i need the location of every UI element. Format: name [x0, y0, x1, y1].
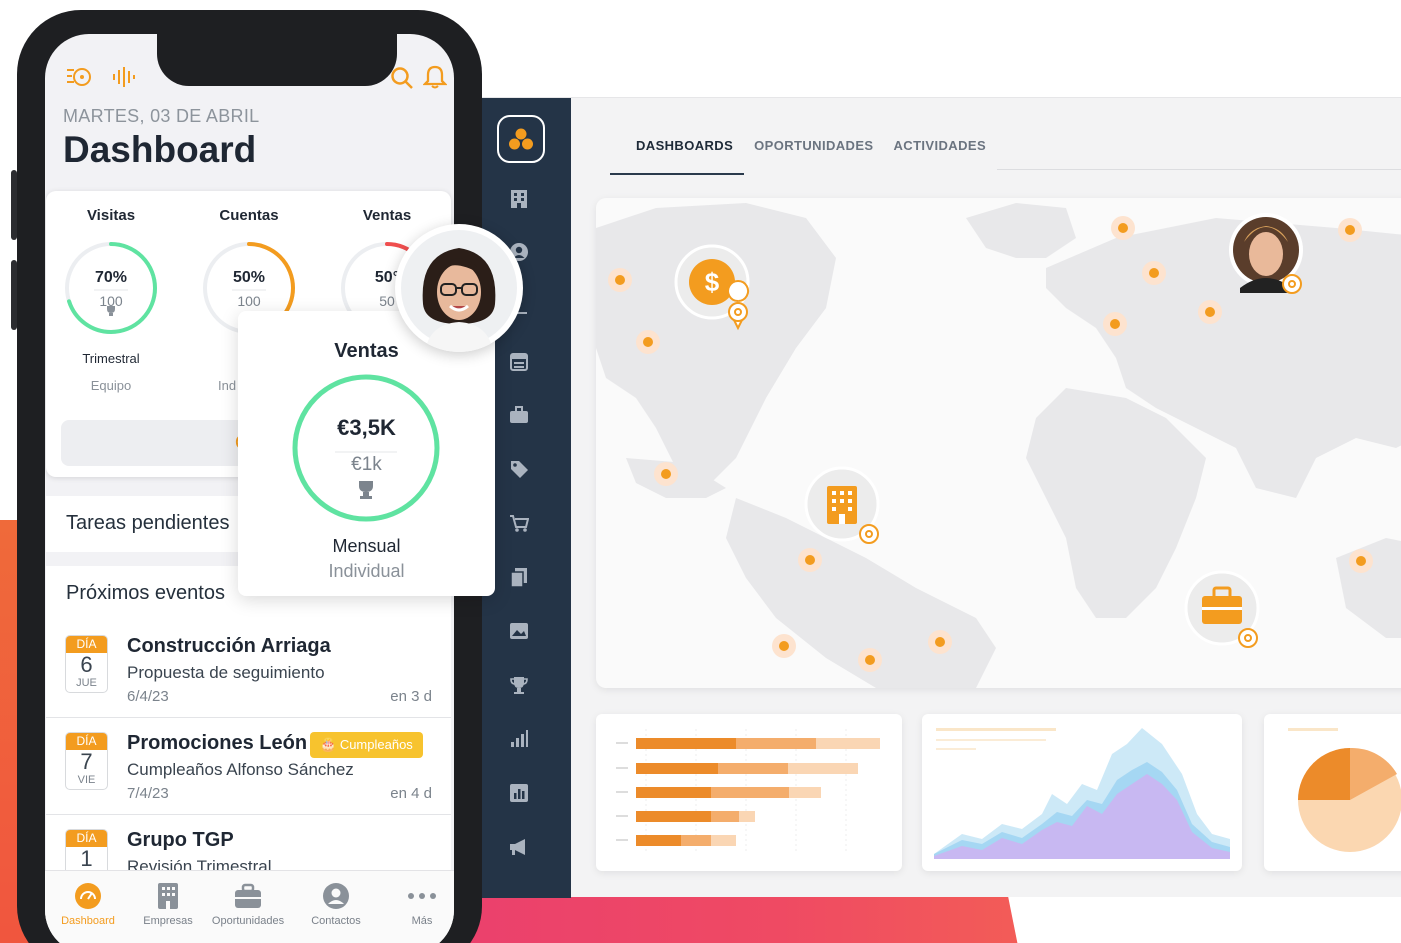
- kpi-ring: 70% 100: [62, 239, 160, 337]
- event-title: Grupo TGP: [127, 829, 234, 851]
- voice-icon[interactable]: [111, 66, 137, 93]
- kpi-period: Trimestral: [82, 351, 140, 366]
- bottom-nav: Dashboard Empresas Oportunidades Contact…: [45, 870, 454, 943]
- tag-icon[interactable]: [508, 458, 530, 480]
- tab-actividades[interactable]: ACTIVIDADES: [884, 136, 997, 175]
- nav-oportunidades[interactable]: Oportunidades: [205, 881, 291, 927]
- megaphone-icon[interactable]: [508, 836, 530, 858]
- calendar-badge: DÍA 6 JUE: [65, 635, 108, 693]
- event-relative: en 3 d: [390, 688, 432, 705]
- desktop-tabs: DASHBOARDS OPORTUNIDADES ACTIVIDADES: [610, 136, 996, 175]
- nav-label: Dashboard: [61, 915, 115, 927]
- day-label: DÍA: [66, 733, 107, 750]
- report-icon[interactable]: [508, 782, 530, 804]
- nav-empresas[interactable]: Empresas: [125, 881, 211, 927]
- popup-ring: [292, 374, 440, 522]
- cake-icon: 🎂: [320, 737, 340, 752]
- tab-divider: [997, 169, 1401, 170]
- calendar-badge: DÍA 7 VIE: [65, 732, 108, 790]
- event-desc: Propuesta de seguimiento: [127, 663, 325, 682]
- bell-icon[interactable]: [422, 64, 448, 95]
- trophy-icon[interactable]: [508, 674, 530, 696]
- bar-chart-card[interactable]: [596, 714, 902, 871]
- event-date: 6/4/23: [127, 688, 169, 705]
- speed-icon[interactable]: [65, 64, 93, 95]
- popup-scope: Individual: [328, 561, 405, 581]
- badge-label: Cumpleaños: [339, 737, 413, 752]
- event-title: Construcción Arriaga: [127, 635, 331, 657]
- world-map-card[interactable]: $: [596, 198, 1401, 688]
- kpi-target: 100: [237, 293, 261, 309]
- nav-label: Oportunidades: [211, 915, 285, 927]
- page-title: Dashboard: [63, 129, 257, 170]
- contact-icon: [293, 881, 379, 911]
- kpi-visitas[interactable]: Visitas 70% 100 Trimestral Equipo: [56, 207, 166, 393]
- phone-notch: [157, 34, 397, 86]
- day-number: 7: [80, 749, 93, 774]
- kpi-title: Ventas: [362, 207, 412, 224]
- search-icon[interactable]: [390, 66, 414, 95]
- briefcase-icon[interactable]: [508, 404, 530, 426]
- list-item[interactable]: DÍA 7 VIE Promociones León 🎂 Cumpleaños …: [46, 718, 451, 814]
- event-date: 7/4/23: [127, 785, 169, 802]
- weekday: VIE: [77, 774, 96, 786]
- mini-bar-chart: [616, 729, 880, 854]
- image-report-icon[interactable]: [508, 620, 530, 642]
- sales-kpi-popup[interactable]: Ventas €3,5K €1k Mensual Individual: [238, 311, 495, 596]
- birthday-badge: 🎂 Cumpleaños: [310, 732, 423, 758]
- tab-oportunidades[interactable]: OPORTUNIDADES: [744, 136, 883, 175]
- more-icon: [379, 881, 454, 911]
- app-logo-icon[interactable]: [497, 115, 545, 163]
- list-item[interactable]: DÍA 6 JUE Construcción Arriaga Propuesta…: [46, 621, 451, 717]
- day-label: DÍA: [66, 636, 107, 653]
- event-relative: en 4 d: [390, 785, 432, 802]
- decor-pink-shape: [420, 896, 1020, 943]
- popup-value: €3,5K: [337, 415, 396, 440]
- stage: DASHBOARDS OPORTUNIDADES ACTIVIDADES $ M…: [0, 0, 1401, 943]
- events-label: Próximos eventos: [66, 582, 225, 604]
- event-title: Promociones León: [127, 732, 308, 754]
- svg-text:$: $: [705, 267, 720, 297]
- date-label: MARTES, 03 DE ABRIL: [63, 106, 260, 126]
- avatar: [395, 224, 523, 352]
- day-label: DÍA: [66, 830, 107, 847]
- kpi-scope: Equipo: [90, 378, 132, 393]
- nav-mas[interactable]: Más: [379, 881, 454, 927]
- popup-target: €1k: [351, 454, 382, 475]
- area-chart-card[interactable]: [922, 714, 1242, 871]
- nav-contactos[interactable]: Contactos: [293, 881, 379, 927]
- event-desc: Cumpleaños Alfonso Sánchez: [127, 760, 354, 779]
- mini-pie-chart: [1288, 728, 1401, 852]
- nav-dashboard[interactable]: Dashboard: [45, 881, 131, 927]
- cart-icon[interactable]: [508, 512, 530, 534]
- pie-chart-card[interactable]: [1264, 714, 1401, 871]
- day-number: 6: [80, 652, 93, 677]
- documents-icon[interactable]: [508, 566, 530, 588]
- building-marker: [804, 466, 880, 544]
- nav-label: Más: [411, 915, 433, 927]
- desktop-app: DASHBOARDS OPORTUNIDADES ACTIVIDADES $: [480, 97, 1401, 898]
- tasks-label: Tareas pendientes: [66, 512, 230, 534]
- nav-label: Contactos: [311, 915, 361, 927]
- kpi-title: Visitas: [86, 207, 136, 224]
- calendar-icon[interactable]: [508, 350, 530, 372]
- kpi-percent: 70%: [94, 269, 128, 286]
- day-number: 1: [80, 846, 93, 871]
- bar-chart-icon[interactable]: [508, 728, 530, 750]
- world-map: $: [596, 203, 1401, 688]
- weekday: JUE: [76, 677, 97, 689]
- building-icon[interactable]: [508, 188, 530, 210]
- nav-label: Empresas: [143, 915, 193, 927]
- tab-dashboards[interactable]: DASHBOARDS: [610, 136, 745, 175]
- kpi-target: 100: [99, 293, 123, 309]
- building-icon: [125, 881, 211, 911]
- briefcase-marker: [1184, 570, 1260, 648]
- popup-period: Mensual: [332, 536, 401, 556]
- kpi-percent: 50%: [232, 269, 266, 286]
- kpi-title: Cuentas: [219, 207, 279, 224]
- briefcase-icon: [205, 881, 291, 911]
- mini-area-chart: [934, 728, 1230, 859]
- dashboard-icon: [45, 881, 131, 911]
